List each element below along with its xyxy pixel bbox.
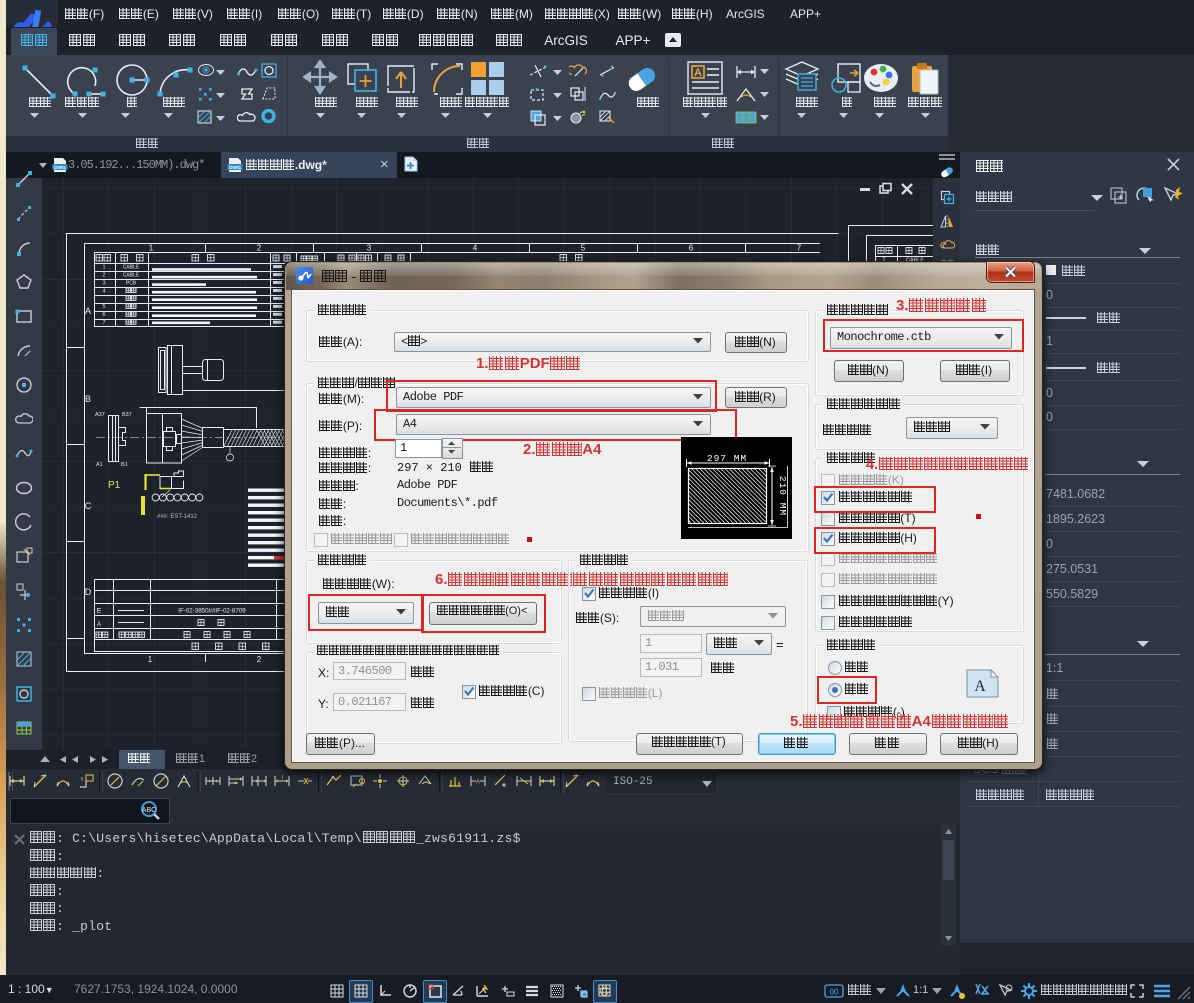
svg-text:5: 5 [581, 244, 586, 253]
svg-text:A37: A37 [95, 412, 105, 418]
svg-text:ABC: ABC [142, 807, 156, 814]
svg-text:CABLE: CABLE [123, 272, 140, 278]
svg-text:6: 6 [102, 312, 105, 318]
svg-text:D: D [85, 587, 92, 597]
svg-text:210 MM: 210 MM [777, 476, 788, 516]
svg-text:3: 3 [367, 244, 372, 253]
svg-text:A: A [974, 678, 986, 695]
svg-text:1: 1 [102, 264, 105, 270]
svg-text:6: 6 [689, 244, 694, 253]
svg-text:DWG: DWG [229, 165, 241, 171]
svg-text:###: EST-1412: ###: EST-1412 [157, 514, 198, 520]
svg-text:2: 2 [257, 655, 262, 664]
svg-text:2: 2 [102, 272, 105, 278]
svg-text:7: 7 [797, 244, 802, 253]
svg-text:A: A [85, 306, 91, 316]
svg-text:PCB: PCB [126, 280, 137, 286]
svg-text:3: 3 [102, 280, 105, 286]
svg-text:IF-02-3850##IF-02-8709: IF-02-3850##IF-02-8709 [178, 608, 246, 615]
svg-text:B: B [85, 394, 91, 404]
svg-text:297 MM: 297 MM [707, 453, 747, 464]
svg-text:E: E [97, 608, 102, 615]
svg-text:00: 00 [830, 988, 839, 997]
svg-text:4: 4 [473, 244, 478, 253]
svg-text:4: 4 [102, 288, 105, 294]
svg-text:C: C [85, 501, 92, 511]
svg-text:DWG: DWG [54, 165, 66, 171]
svg-text:1: 1 [148, 655, 153, 664]
svg-text:1: 1 [149, 244, 154, 253]
svg-text:2: 2 [257, 244, 262, 253]
svg-text:P1: P1 [108, 480, 121, 491]
svg-text:B37: B37 [122, 412, 132, 418]
svg-text:A1: A1 [96, 462, 103, 468]
svg-text:A: A [97, 622, 101, 628]
svg-text:y: y [81, 776, 84, 782]
svg-text:5: 5 [102, 304, 105, 310]
svg-text:CABLE: CABLE [123, 264, 140, 270]
svg-text:I: I [282, 775, 283, 781]
svg-text:A: A [476, 780, 480, 786]
svg-text:7: 7 [102, 320, 105, 326]
svg-text:A: A [694, 67, 702, 79]
svg-text:B1: B1 [121, 462, 128, 468]
